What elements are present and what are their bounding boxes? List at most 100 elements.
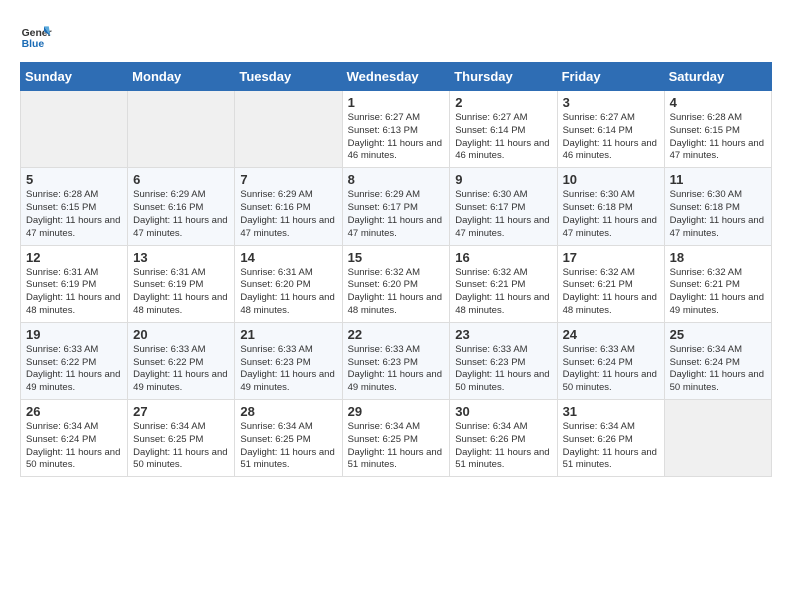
- cell-text: Sunrise: 6:34 AM Sunset: 6:25 PM Dayligh…: [348, 421, 445, 472]
- cell-text: Sunrise: 6:33 AM Sunset: 6:23 PM Dayligh…: [240, 344, 336, 395]
- page-header: General Blue: [20, 20, 772, 52]
- weekday-header-friday: Friday: [557, 63, 664, 91]
- day-number: 1: [348, 95, 445, 110]
- cell-text: Sunrise: 6:30 AM Sunset: 6:17 PM Dayligh…: [455, 189, 551, 240]
- day-number: 6: [133, 172, 229, 187]
- calendar-cell: 11 Sunrise: 6:30 AM Sunset: 6:18 PM Dayli…: [664, 168, 771, 245]
- cell-text: Sunrise: 6:29 AM Sunset: 6:16 PM Dayligh…: [133, 189, 229, 240]
- calendar-cell: 13 Sunrise: 6:31 AM Sunset: 6:19 PM Dayli…: [128, 245, 235, 322]
- calendar-cell: 1 Sunrise: 6:27 AM Sunset: 6:13 PM Daylig…: [342, 91, 450, 168]
- day-number: 16: [455, 250, 551, 265]
- calendar-week-4: 19Sunrise: 6:33 AM Sunset: 6:22 PM Dayli…: [21, 322, 772, 399]
- day-number: 24: [563, 327, 659, 342]
- calendar-cell: 2Sunrise: 6:27 AM Sunset: 6:14 PM Daylig…: [450, 91, 557, 168]
- calendar-cell: 14 Sunrise: 6:31 AM Sunset: 6:20 PM Dayli…: [235, 245, 342, 322]
- day-number: 13: [133, 250, 229, 265]
- cell-text: Sunrise: 6:32 AM Sunset: 6:21 PM Dayligh…: [670, 267, 766, 318]
- weekday-header-sunday: Sunday: [21, 63, 128, 91]
- day-number: 5: [26, 172, 122, 187]
- calendar-cell: 8 Sunrise: 6:29 AM Sunset: 6:17 PM Daylig…: [342, 168, 450, 245]
- calendar-cell: 28 Sunrise: 6:34 AM Sunset: 6:25 PM Dayli…: [235, 400, 342, 477]
- day-number: 14: [240, 250, 336, 265]
- cell-text: Sunrise: 6:34 AM Sunset: 6:25 PM Dayligh…: [133, 421, 229, 472]
- cell-text: Sunrise: 6:27 AM Sunset: 6:13 PM Dayligh…: [348, 112, 445, 163]
- weekday-header-tuesday: Tuesday: [235, 63, 342, 91]
- calendar-week-5: 26 Sunrise: 6:34 AM Sunset: 6:24 PM Dayli…: [21, 400, 772, 477]
- day-number: 4: [670, 95, 766, 110]
- day-number: 29: [348, 404, 445, 419]
- calendar-cell: 7 Sunrise: 6:29 AM Sunset: 6:16 PM Daylig…: [235, 168, 342, 245]
- cell-text: Sunrise: 6:27 AM Sunset: 6:14 PM Dayligh…: [563, 112, 659, 163]
- cell-text: Sunrise: 6:34 AM Sunset: 6:26 PM Dayligh…: [563, 421, 659, 472]
- day-number: 17: [563, 250, 659, 265]
- calendar-cell: 31 Sunrise: 6:34 AM Sunset: 6:26 PM Dayli…: [557, 400, 664, 477]
- cell-text: Sunrise: 6:30 AM Sunset: 6:18 PM Dayligh…: [563, 189, 659, 240]
- calendar-cell: [235, 91, 342, 168]
- cell-text: Sunrise: 6:34 AM Sunset: 6:26 PM Dayligh…: [455, 421, 551, 472]
- cell-text: Sunrise: 6:31 AM Sunset: 6:19 PM Dayligh…: [133, 267, 229, 318]
- calendar-cell: 4Sunrise: 6:28 AM Sunset: 6:15 PM Daylig…: [664, 91, 771, 168]
- day-number: 8: [348, 172, 445, 187]
- calendar-cell: 23 Sunrise: 6:33 AM Sunset: 6:23 PM Dayli…: [450, 322, 557, 399]
- day-number: 23: [455, 327, 551, 342]
- calendar-cell: 6 Sunrise: 6:29 AM Sunset: 6:16 PM Daylig…: [128, 168, 235, 245]
- cell-text: Sunrise: 6:31 AM Sunset: 6:19 PM Dayligh…: [26, 267, 122, 318]
- cell-text: Sunrise: 6:29 AM Sunset: 6:17 PM Dayligh…: [348, 189, 445, 240]
- cell-text: Sunrise: 6:33 AM Sunset: 6:24 PM Dayligh…: [563, 344, 659, 395]
- calendar-cell: 9 Sunrise: 6:30 AM Sunset: 6:17 PM Daylig…: [450, 168, 557, 245]
- day-number: 31: [563, 404, 659, 419]
- calendar-cell: 18 Sunrise: 6:32 AM Sunset: 6:21 PM Dayli…: [664, 245, 771, 322]
- day-number: 10: [563, 172, 659, 187]
- day-number: 7: [240, 172, 336, 187]
- calendar-cell: 20Sunrise: 6:33 AM Sunset: 6:22 PM Dayli…: [128, 322, 235, 399]
- calendar-cell: 24 Sunrise: 6:33 AM Sunset: 6:24 PM Dayli…: [557, 322, 664, 399]
- cell-text: Sunrise: 6:32 AM Sunset: 6:20 PM Dayligh…: [348, 267, 445, 318]
- calendar-cell: 5Sunrise: 6:28 AM Sunset: 6:15 PM Daylig…: [21, 168, 128, 245]
- calendar-cell: 27Sunrise: 6:34 AM Sunset: 6:25 PM Dayli…: [128, 400, 235, 477]
- calendar-cell: 26 Sunrise: 6:34 AM Sunset: 6:24 PM Dayli…: [21, 400, 128, 477]
- calendar-cell: 10 Sunrise: 6:30 AM Sunset: 6:18 PM Dayli…: [557, 168, 664, 245]
- day-number: 21: [240, 327, 336, 342]
- calendar-cell: 19Sunrise: 6:33 AM Sunset: 6:22 PM Dayli…: [21, 322, 128, 399]
- cell-text: Sunrise: 6:32 AM Sunset: 6:21 PM Dayligh…: [455, 267, 551, 318]
- calendar-cell: 25Sunrise: 6:34 AM Sunset: 6:24 PM Dayli…: [664, 322, 771, 399]
- day-number: 22: [348, 327, 445, 342]
- calendar-week-3: 12 Sunrise: 6:31 AM Sunset: 6:19 PM Dayli…: [21, 245, 772, 322]
- day-number: 9: [455, 172, 551, 187]
- day-number: 3: [563, 95, 659, 110]
- svg-text:Blue: Blue: [22, 39, 45, 50]
- cell-text: Sunrise: 6:31 AM Sunset: 6:20 PM Dayligh…: [240, 267, 336, 318]
- cell-text: Sunrise: 6:33 AM Sunset: 6:22 PM Dayligh…: [26, 344, 122, 395]
- calendar-cell: 12 Sunrise: 6:31 AM Sunset: 6:19 PM Dayli…: [21, 245, 128, 322]
- day-number: 28: [240, 404, 336, 419]
- cell-text: Sunrise: 6:34 AM Sunset: 6:25 PM Dayligh…: [240, 421, 336, 472]
- calendar-header-row: SundayMondayTuesdayWednesdayThursdayFrid…: [21, 63, 772, 91]
- cell-text: Sunrise: 6:33 AM Sunset: 6:23 PM Dayligh…: [455, 344, 551, 395]
- calendar-cell: 15 Sunrise: 6:32 AM Sunset: 6:20 PM Dayli…: [342, 245, 450, 322]
- weekday-header-thursday: Thursday: [450, 63, 557, 91]
- day-number: 20: [133, 327, 229, 342]
- calendar-cell: 3 Sunrise: 6:27 AM Sunset: 6:14 PM Daylig…: [557, 91, 664, 168]
- logo-icon: General Blue: [20, 20, 52, 52]
- logo: General Blue: [20, 20, 52, 52]
- cell-text: Sunrise: 6:29 AM Sunset: 6:16 PM Dayligh…: [240, 189, 336, 240]
- cell-text: Sunrise: 6:33 AM Sunset: 6:23 PM Dayligh…: [348, 344, 445, 395]
- calendar-cell: [664, 400, 771, 477]
- cell-text: Sunrise: 6:32 AM Sunset: 6:21 PM Dayligh…: [563, 267, 659, 318]
- weekday-header-monday: Monday: [128, 63, 235, 91]
- day-number: 26: [26, 404, 122, 419]
- calendar-cell: 17 Sunrise: 6:32 AM Sunset: 6:21 PM Dayli…: [557, 245, 664, 322]
- weekday-header-saturday: Saturday: [664, 63, 771, 91]
- weekday-header-wednesday: Wednesday: [342, 63, 450, 91]
- day-number: 15: [348, 250, 445, 265]
- calendar-cell: 30Sunrise: 6:34 AM Sunset: 6:26 PM Dayli…: [450, 400, 557, 477]
- cell-text: Sunrise: 6:30 AM Sunset: 6:18 PM Dayligh…: [670, 189, 766, 240]
- day-number: 12: [26, 250, 122, 265]
- calendar-cell: [128, 91, 235, 168]
- calendar-cell: 22 Sunrise: 6:33 AM Sunset: 6:23 PM Dayli…: [342, 322, 450, 399]
- day-number: 11: [670, 172, 766, 187]
- cell-text: Sunrise: 6:34 AM Sunset: 6:24 PM Dayligh…: [26, 421, 122, 472]
- day-number: 18: [670, 250, 766, 265]
- day-number: 25: [670, 327, 766, 342]
- calendar-cell: 21 Sunrise: 6:33 AM Sunset: 6:23 PM Dayli…: [235, 322, 342, 399]
